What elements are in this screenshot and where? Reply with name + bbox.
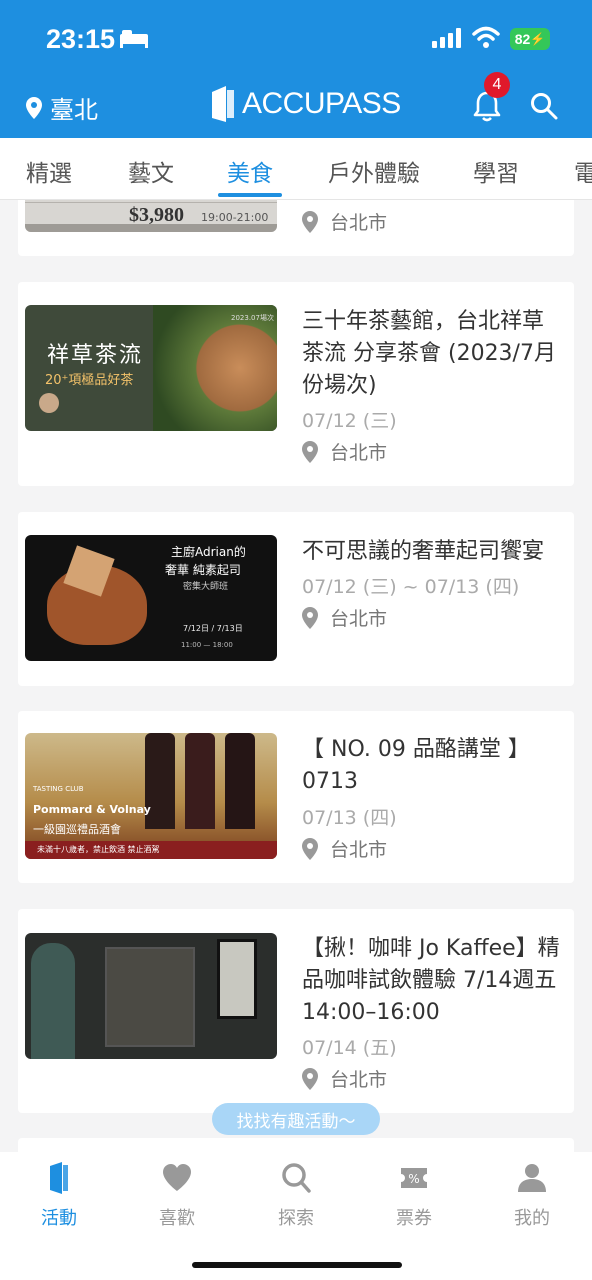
event-city: 台北市: [302, 208, 387, 235]
home-indicator: [192, 1262, 402, 1268]
sleep-focus-icon: [120, 30, 148, 48]
event-title[interactable]: 【揪！咖啡 Jo Kaffee】精品咖啡試飲體驗 7/14週五 14:00–16…: [302, 933, 564, 1029]
thumb-line3: 密集大師班: [183, 582, 229, 592]
door-icon: [50, 1162, 68, 1194]
category-tabs: 精選 藝文 美食 戶外體驗 學習 電: [0, 138, 592, 200]
event-date: 07/12 (三) ~ 07/13 (四): [302, 576, 520, 598]
event-date: 07/13 (四): [302, 807, 397, 829]
event-card[interactable]: $3,980 19:00-21:00 台北市: [18, 200, 574, 256]
location-pin-icon: [302, 837, 318, 860]
battery-icon: 82 ⚡: [510, 28, 550, 50]
thumb-dates: 7/12日 / 7/13日: [183, 624, 243, 633]
location-selector[interactable]: 臺北: [26, 90, 98, 125]
thumb-sub: 20⁺項極品好茶: [45, 373, 134, 388]
event-city-label: 台北市: [330, 442, 388, 464]
thumb-sub: 一級園巡禮品酒會: [33, 823, 121, 836]
nav-tickets[interactable]: % 票券: [374, 1162, 454, 1230]
notification-badge: 4: [484, 72, 510, 98]
event-card[interactable]: 2023.07場次 祥草茶流 20⁺項極品好茶 三十年茶藝館，台北祥草茶流 分享…: [18, 282, 574, 486]
status-time: 23:15: [46, 24, 116, 54]
search-icon[interactable]: [530, 92, 558, 120]
person-icon: [518, 1164, 546, 1192]
thumb-wine: Pommard & Volnay: [33, 803, 151, 816]
event-city: 台北市: [302, 835, 387, 862]
brand-name: ACCUPASS: [242, 87, 401, 120]
event-thumbnail: 2023.07場次 祥草茶流 20⁺項極品好茶: [25, 305, 277, 431]
nav-favorites[interactable]: 喜歡: [137, 1162, 217, 1230]
tab-electronics[interactable]: 電: [574, 154, 592, 188]
nav-events-label: 活動: [41, 1208, 77, 1229]
thumb-line2: 奢華 純素起司: [165, 563, 241, 577]
thumb-warning: 未滿十八歲者，禁止飲酒 禁止酒駕: [37, 845, 160, 854]
event-thumbnail: $3,980 19:00-21:00: [25, 200, 277, 232]
event-date: 07/14 (五): [302, 1037, 397, 1059]
location-pin-icon: [302, 1067, 318, 1090]
event-city-label: 台北市: [330, 212, 388, 234]
top-bar: 23:15 82 ⚡ 臺北 ACCUPASS 4: [0, 0, 592, 138]
tab-arts[interactable]: 藝文: [128, 154, 174, 188]
nav-explore[interactable]: 探索: [256, 1162, 336, 1230]
event-list[interactable]: $3,980 19:00-21:00 台北市 2023.07場次 祥草茶流 20…: [0, 200, 592, 1152]
status-bar: 23:15 82 ⚡: [0, 0, 592, 78]
event-thumbnail: TASTING CLUB Pommard & Volnay 一級園巡禮品酒會 未…: [25, 733, 277, 859]
nav-tickets-label: 票券: [396, 1208, 432, 1229]
ticket-icon: %: [401, 1168, 427, 1188]
active-tab-indicator: [218, 193, 282, 197]
event-card[interactable]: 主廚Adrian的 奢華 純素起司 密集大師班 7/12日 / 7/13日 11…: [18, 512, 574, 686]
event-city-label: 台北市: [330, 839, 388, 861]
app-header: 臺北 ACCUPASS 4: [0, 72, 592, 138]
door-logo-icon: [212, 86, 234, 122]
event-title[interactable]: 【 NO. 09 品酪講堂 】0713: [302, 734, 564, 798]
location-pin-icon: [26, 96, 42, 119]
event-title[interactable]: 三十年茶藝館，台北祥草茶流 分享茶會 (2023/7月份場次): [302, 306, 564, 402]
tab-outdoor[interactable]: 戶外體驗: [328, 154, 420, 188]
event-card[interactable]: 【揪！咖啡 Jo Kaffee】精品咖啡試飲體驗 7/14週五 14:00–16…: [18, 909, 574, 1113]
thumb-headline: 祥草茶流: [47, 343, 144, 368]
event-city-label: 台北市: [330, 608, 388, 630]
location-pin-icon: [302, 210, 318, 233]
event-date: 07/12 (三): [302, 410, 397, 432]
nav-favorites-label: 喜歡: [159, 1208, 195, 1229]
nav-profile-label: 我的: [514, 1208, 550, 1229]
battery-level: 82: [514, 31, 531, 47]
event-city-label: 台北市: [330, 1069, 388, 1091]
bottom-nav: 活動 喜歡 探索 % 票券 我的: [0, 1152, 592, 1280]
event-title[interactable]: 不可思議的奢華起司饗宴: [302, 536, 564, 568]
thumb-club: TASTING CLUB: [33, 785, 84, 793]
event-thumbnail: [25, 933, 277, 1059]
event-card[interactable]: [18, 1138, 574, 1152]
nav-events[interactable]: 活動: [19, 1162, 99, 1230]
thumb-time: 19:00-21:00: [201, 211, 269, 224]
event-card[interactable]: TASTING CLUB Pommard & Volnay 一級園巡禮品酒會 未…: [18, 711, 574, 883]
thumb-tag: 2023.07場次: [231, 314, 274, 322]
tab-food[interactable]: 美食: [227, 154, 273, 188]
tab-learning[interactable]: 學習: [473, 154, 519, 188]
wifi-icon: [472, 26, 500, 48]
discover-toast[interactable]: 找找有趣活動～: [212, 1103, 380, 1135]
tab-featured[interactable]: 精選: [26, 154, 72, 188]
event-city: 台北市: [302, 1065, 387, 1092]
event-city: 台北市: [302, 438, 387, 465]
accupass-logo: ACCUPASS: [212, 86, 401, 122]
thumb-line1: 主廚Adrian的: [171, 545, 246, 559]
heart-icon: [163, 1164, 191, 1191]
search-icon: [282, 1163, 311, 1193]
event-thumbnail: 主廚Adrian的 奢華 純素起司 密集大師班 7/12日 / 7/13日 11…: [25, 535, 277, 661]
nav-profile[interactable]: 我的: [492, 1162, 572, 1230]
event-city: 台北市: [302, 604, 387, 631]
location-pin-icon: [302, 606, 318, 629]
nav-explore-label: 探索: [278, 1208, 314, 1229]
svg-text:%: %: [408, 1172, 419, 1186]
cellular-signal-icon: [432, 28, 461, 48]
thumb-hours: 11:00 — 18:00: [181, 641, 233, 649]
location-pin-icon: [302, 440, 318, 463]
location-label: 臺北: [50, 96, 98, 124]
